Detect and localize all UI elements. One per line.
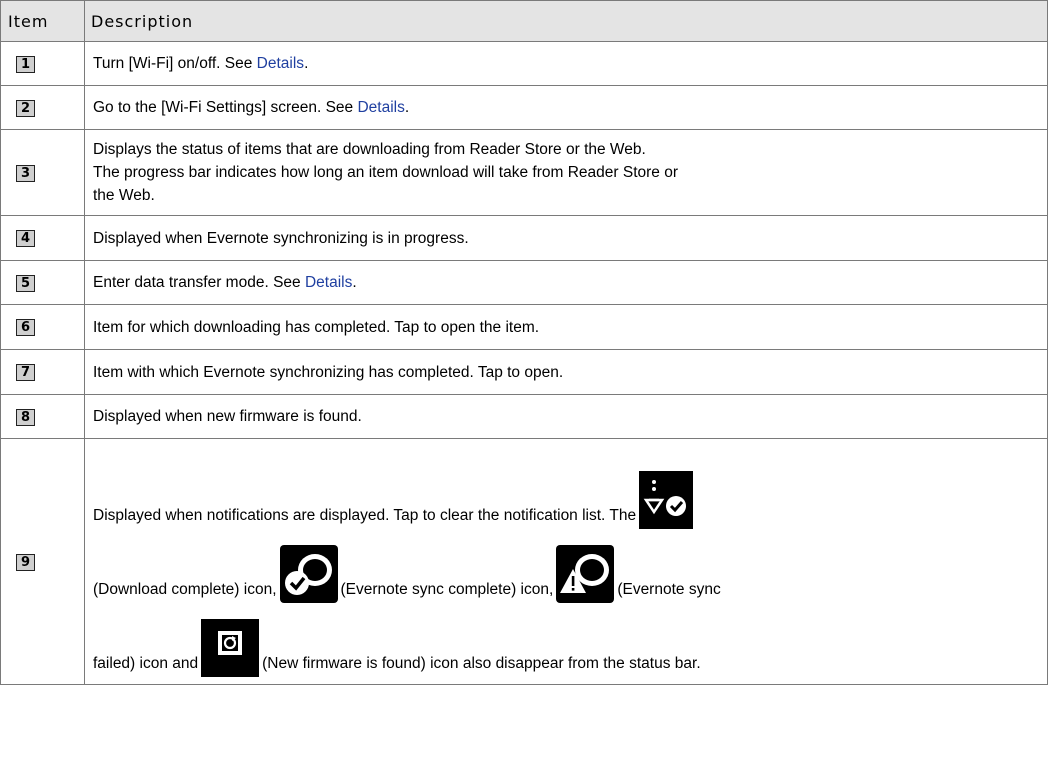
row-description: Displayed when notifications are display… [84, 438, 1048, 685]
row-description: Item for which downloading has completed… [84, 304, 1048, 350]
details-link[interactable]: Details [305, 274, 352, 291]
item-number-badge: 1 [16, 55, 35, 73]
row-description: Displayed when new firmware is found. [84, 394, 1048, 439]
row-description: Displayed when Evernote synchronizing is… [84, 215, 1048, 261]
item-number-badge: 5 [16, 274, 35, 292]
table-row: 6 Item for which downloading has complet… [0, 304, 1048, 350]
row-description: Turn [Wi-Fi] on/off. See Details. [84, 41, 1048, 86]
table-row: 3 Displays the status of items that are … [0, 129, 1048, 216]
item-number-badge: 7 [16, 364, 35, 381]
notification-icon [639, 470, 694, 529]
row-description: Displays the status of items that are do… [84, 129, 1048, 216]
row-description: Item with which Evernote synchronizing h… [84, 349, 1048, 395]
new-firmware-icon [201, 618, 260, 677]
row-description: Go to the [Wi-Fi Settings] screen. See D… [84, 85, 1048, 130]
table-row: 8 Displayed when new firmware is found. [0, 394, 1048, 439]
item-number-badge: 2 [16, 99, 35, 117]
row-description: Enter data transfer mode. See Details. [84, 260, 1048, 305]
item-number-badge: 6 [16, 319, 35, 336]
table-row: 9 Displayed when notifications are displ… [0, 438, 1048, 685]
table-row: 5 Enter data transfer mode. See Details. [0, 260, 1048, 305]
table-row: 1 Turn [Wi-Fi] on/off. See Details. [0, 41, 1048, 86]
item-number-badge: 9 [16, 553, 35, 571]
table-row: 2 Go to the [Wi-Fi Settings] screen. See… [0, 85, 1048, 130]
details-link[interactable]: Details [257, 55, 304, 72]
evernote-sync-failed-icon [556, 544, 615, 603]
table-header-row: Item Description [0, 0, 1048, 42]
item-number-badge: 4 [16, 230, 35, 247]
details-link[interactable]: Details [357, 99, 404, 116]
header-item: Item [0, 0, 85, 42]
download-complete-icon [279, 544, 338, 603]
header-description: Description [84, 0, 1048, 42]
item-description-table: Item Description 1 Turn [Wi-Fi] on/off. … [0, 0, 1048, 685]
table-row: 4 Displayed when Evernote synchronizing … [0, 215, 1048, 261]
table-row: 7 Item with which Evernote synchronizing… [0, 349, 1048, 395]
item-number-badge: 8 [16, 408, 35, 426]
item-number-badge: 3 [16, 164, 35, 182]
